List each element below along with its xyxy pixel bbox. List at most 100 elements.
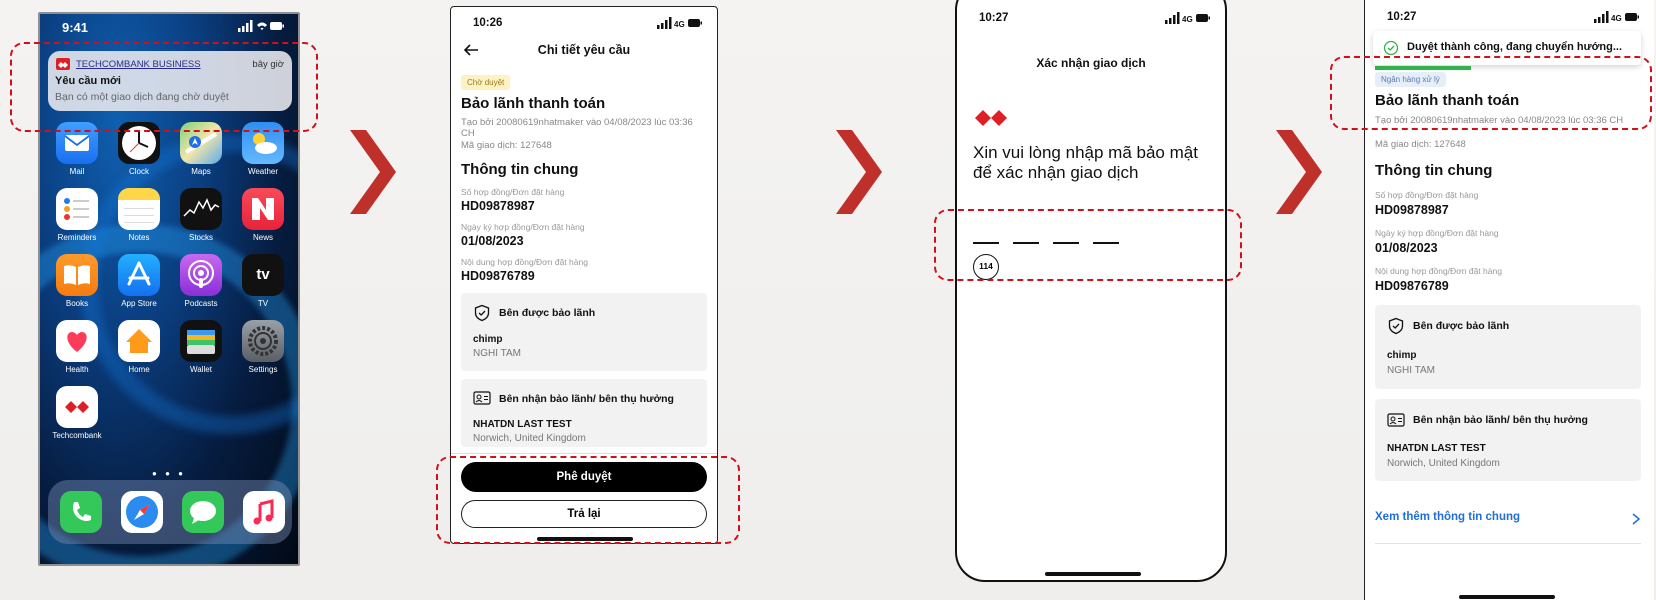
transaction-code: Mã giao dịch: 127648 xyxy=(461,140,552,151)
music-icon[interactable] xyxy=(243,491,285,533)
guaranteed-party-card: Bên được bảo lãnh chimp NGHI TAM xyxy=(1375,305,1641,389)
app-label: News xyxy=(252,233,273,242)
status-bar: 10:27 4G xyxy=(1365,1,1654,29)
check-circle-icon xyxy=(1383,40,1399,56)
app-settings[interactable]: Settings xyxy=(236,320,290,374)
app-tv[interactable]: tv TV xyxy=(236,254,290,308)
dock xyxy=(48,480,292,544)
app-techcombank[interactable]: Techcombank xyxy=(50,386,104,440)
reminders-icon xyxy=(56,188,98,230)
field-label: Số hợp đồng/Đơn đặt hàng xyxy=(1375,190,1479,200)
app-podcasts[interactable]: Podcasts xyxy=(174,254,228,308)
section-title: Thông tin chung xyxy=(1375,162,1493,179)
party-name: NHATDN LAST TEST xyxy=(473,419,572,430)
app-label: Books xyxy=(65,299,89,308)
app-wallet[interactable]: Wallet xyxy=(174,320,228,374)
app-label: Notes xyxy=(128,233,150,242)
network-label: 4G xyxy=(1611,14,1622,23)
status-bar: 9:41 xyxy=(40,14,298,40)
news-icon xyxy=(242,188,284,230)
more-info-link[interactable]: Xem thêm thông tin chung xyxy=(1375,509,1641,529)
safari-icon[interactable] xyxy=(121,491,163,533)
app-health[interactable]: Health xyxy=(50,320,104,374)
network-label: 4G xyxy=(1182,15,1193,24)
next-step-arrow-icon xyxy=(1276,130,1322,214)
page-dots: ● ● ● xyxy=(152,469,186,478)
status-time: 10:26 xyxy=(473,17,503,29)
shield-check-icon xyxy=(1388,317,1404,335)
page-title: Chi tiết yêu cầu xyxy=(537,43,631,57)
party-sub: Norwich, United Kingdom xyxy=(473,433,586,444)
app-label: Techcombank xyxy=(52,431,102,440)
app-label: App Store xyxy=(121,299,157,308)
field-value: HD09878987 xyxy=(461,199,535,213)
highlight-action-buttons xyxy=(436,456,740,544)
field-value: 01/08/2023 xyxy=(1375,241,1438,255)
phone-icon[interactable] xyxy=(60,491,102,533)
party-sub: NGHI TAM xyxy=(1387,365,1435,376)
field-value: HD09876789 xyxy=(461,269,535,283)
status-bar: 10:27 4G xyxy=(957,2,1225,30)
app-books[interactable]: Books xyxy=(50,254,104,308)
party-name: NHATDN LAST TEST xyxy=(1387,443,1486,454)
app-label: Weather xyxy=(247,167,279,176)
health-icon xyxy=(56,320,98,362)
card-title: Bên được bảo lãnh xyxy=(499,307,596,319)
field-value: 01/08/2023 xyxy=(461,234,524,248)
field-value: HD09876789 xyxy=(1375,279,1449,293)
tv-icon: tv xyxy=(242,254,284,296)
field-label: Nội dung hợp đồng/Đơn đặt hàng xyxy=(1375,266,1502,276)
home-icon xyxy=(118,320,160,362)
tv-icon-text: tv xyxy=(256,266,270,283)
app-app-store[interactable]: App Store xyxy=(112,254,166,308)
guaranteed-party-card: Bên được bảo lãnh chimp NGHI TAM xyxy=(461,293,707,371)
notes-icon xyxy=(118,188,160,230)
beneficiary-card: Bên nhận bảo lãnh/ bên thụ hưởng NHATDN … xyxy=(461,379,707,447)
field-value: HD09878987 xyxy=(1375,203,1449,217)
signal-battery-icon: 4G xyxy=(657,17,702,29)
status-time: 10:27 xyxy=(979,12,1009,24)
divider xyxy=(451,453,717,454)
shield-check-icon xyxy=(474,304,490,322)
messages-icon[interactable] xyxy=(182,491,224,533)
signal-battery-icon: 4G xyxy=(1594,11,1639,23)
signal-battery-icon: 4G xyxy=(1165,12,1210,24)
transaction-code: Mã giao dịch: 127648 xyxy=(1375,139,1466,150)
chevron-right-icon xyxy=(1632,513,1641,525)
home-indicator xyxy=(1459,595,1555,599)
app-home[interactable]: Home xyxy=(112,320,166,374)
party-name: chimp xyxy=(1387,350,1417,361)
network-label: 4G xyxy=(674,20,685,29)
books-icon xyxy=(56,254,98,296)
otp-confirm-phone: 10:27 4G Xác nhận giao dịch Xin vui lòng… xyxy=(955,0,1227,582)
field-label: Nội dung hợp đồng/Đơn đặt hàng xyxy=(461,257,588,267)
app-notes[interactable]: Notes xyxy=(112,188,166,242)
status-time: 10:27 xyxy=(1387,11,1417,23)
status-bar: 10:26 4G xyxy=(451,7,717,35)
next-step-arrow-icon xyxy=(836,130,882,214)
id-card-icon xyxy=(473,391,491,405)
card-title: Bên nhận bảo lãnh/ bên thụ hưởng xyxy=(499,393,674,405)
app-label: Maps xyxy=(191,167,211,176)
party-sub: Norwich, United Kingdom xyxy=(1387,458,1500,469)
card-title: Bên được bảo lãnh xyxy=(1413,320,1510,332)
techcombank-logo-icon xyxy=(975,110,1007,126)
app-reminders[interactable]: Reminders xyxy=(50,188,104,242)
app-label: Home xyxy=(128,365,150,374)
app-label: Settings xyxy=(248,365,278,374)
field-label: Ngày ký hợp đồng/Đơn đặt hàng xyxy=(461,222,585,232)
highlight-success-status xyxy=(1330,56,1652,130)
status-badge: Chờ duyệt xyxy=(461,75,511,90)
app-news[interactable]: News xyxy=(236,188,290,242)
field-label: Ngày ký hợp đồng/Đơn đặt hàng xyxy=(1375,228,1499,238)
otp-prompt: Xin vui lòng nhập mã bảo mật để xác nhận… xyxy=(973,143,1198,182)
app-label: Health xyxy=(65,365,89,374)
settings-icon xyxy=(242,320,284,362)
signal-wifi-battery-icon xyxy=(238,20,284,32)
app-label: Reminders xyxy=(57,233,97,242)
status-time: 9:41 xyxy=(62,20,89,35)
more-info-label: Xem thêm thông tin chung xyxy=(1375,511,1521,523)
app-label: Podcasts xyxy=(184,299,218,308)
next-step-arrow-icon xyxy=(350,130,396,214)
app-stocks[interactable]: Stocks xyxy=(174,188,228,242)
